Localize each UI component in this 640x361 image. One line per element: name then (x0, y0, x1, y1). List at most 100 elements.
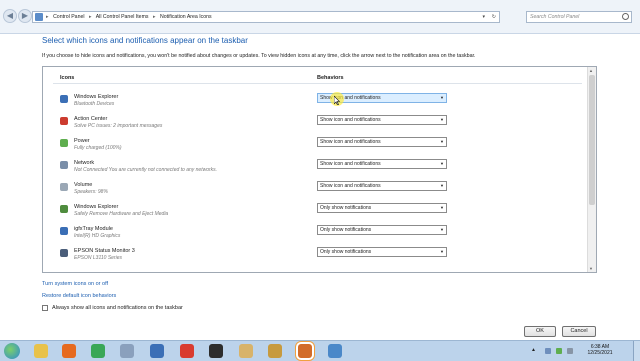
row-name: Windows Explorer (74, 204, 119, 210)
chevron-down-icon: ▼ (440, 95, 444, 100)
settings-app-icon[interactable] (298, 344, 312, 358)
behavior-value: Only show notifications (320, 205, 372, 211)
printer-icon (60, 249, 68, 257)
flag-icon (60, 117, 68, 125)
behavior-select[interactable]: Show icon and notifications ▼ (317, 115, 447, 125)
tools-icon[interactable] (120, 344, 134, 358)
scrollbar-thumb[interactable] (589, 75, 595, 205)
column-header-icons: Icons (60, 75, 75, 81)
column-header-behaviors: Behaviors (317, 75, 344, 81)
chevron-down-icon: ▼ (440, 249, 444, 254)
behavior-value: Show icon and notifications (320, 139, 381, 145)
always-show-label: Always show all icons and notifications … (52, 305, 183, 311)
search-input[interactable]: Search Control Panel (526, 11, 632, 23)
row-name: EPSON Status Monitor 3 (74, 248, 135, 254)
calendar-app-icon[interactable] (180, 344, 194, 358)
chevron-down-icon: ▼ (440, 205, 444, 210)
clock-date: 12/25/2021 (587, 350, 613, 356)
battery-icon (60, 139, 68, 147)
back-button[interactable]: ◀ (3, 9, 17, 23)
row-subtitle: Solve PC issues: 2 important messages (74, 123, 163, 129)
icons-table: Icons Behaviors Windows Explorer Bluetoot… (42, 66, 597, 273)
breadcrumb-all-items[interactable]: All Control Panel Items (96, 14, 149, 20)
behavior-value: Only show notifications (320, 227, 372, 233)
firefox-icon[interactable] (62, 344, 76, 358)
page-title: Select which icons and notifications app… (42, 36, 248, 45)
behavior-value: Show icon and notifications (320, 161, 381, 167)
network-tray-icon[interactable] (545, 348, 551, 354)
chevron-down-icon: ▼ (440, 139, 444, 144)
control-panel-icon (35, 13, 43, 21)
chevron-down-icon: ▼ (440, 117, 444, 122)
row-name: Windows Explorer (74, 94, 119, 100)
row-subtitle: Intel(R) HD Graphics (74, 233, 121, 239)
display-app-icon[interactable] (328, 344, 342, 358)
taskbar: ▲ 6:38 AM 12/25/2021 (0, 340, 640, 361)
mouse-cursor-icon (334, 96, 340, 105)
behavior-value: Show icon and notifications (320, 117, 381, 123)
restore-defaults-link[interactable]: Restore default icon behaviors (42, 293, 116, 299)
breadcrumb-notification-area-icons[interactable]: Notification Area Icons (160, 14, 212, 20)
behavior-select[interactable]: Show icon and notifications ▼ (317, 159, 447, 169)
ok-button[interactable]: OK (524, 326, 556, 337)
speaker-icon (60, 183, 68, 191)
table-row: Volume Speakers: 98% Show icon and notific… (60, 181, 580, 202)
show-hidden-icons-icon[interactable]: ▲ (531, 347, 536, 353)
row-name: Power (74, 138, 90, 144)
table-row: Windows Explorer Safely Remove Hardware a… (60, 203, 580, 224)
cancel-button[interactable]: Cancel (562, 326, 596, 337)
volume-tray-icon[interactable] (567, 348, 573, 354)
battery-tray-icon[interactable] (556, 348, 562, 354)
media-player-icon[interactable] (209, 344, 223, 358)
forward-button[interactable]: ▶ (18, 9, 32, 23)
start-button[interactable] (4, 343, 20, 359)
address-bar: ◀ ▶ ▸ Control Panel ▸ All Control Panel … (0, 0, 640, 34)
row-subtitle: EPSON L3110 Series (74, 255, 122, 261)
show-desktop-button[interactable] (633, 341, 640, 361)
chevron-down-icon: ▼ (440, 183, 444, 188)
table-row: igfxTray Module Intel(R) HD Graphics Only … (60, 225, 580, 246)
scroll-up-icon[interactable]: ▲ (589, 68, 593, 73)
row-subtitle: Safely Remove Hardware and Eject Media (74, 211, 169, 217)
address-dropdown-icon[interactable]: ▾ (482, 14, 485, 20)
behavior-select[interactable]: Show icon and notifications ▼ (317, 137, 447, 147)
table-row: Power Fully charged (100%) Show icon and n… (60, 137, 580, 158)
folder-icon[interactable] (34, 344, 48, 358)
behavior-select[interactable]: Only show notifications ▼ (317, 203, 447, 213)
security-icon[interactable] (150, 344, 164, 358)
scroll-down-icon[interactable]: ▼ (589, 266, 593, 271)
breadcrumb-control-panel[interactable]: Control Panel (53, 14, 84, 20)
page-description: If you choose to hide icons and notifica… (42, 53, 476, 59)
breadcrumb[interactable]: ▸ Control Panel ▸ All Control Panel Item… (32, 11, 500, 23)
files-icon[interactable] (268, 344, 282, 358)
bluetooth-icon (60, 95, 68, 103)
row-subtitle: Not Connected You are currently not conn… (74, 167, 218, 173)
table-scrollbar[interactable]: ▲ ▼ (587, 67, 596, 272)
row-name: Volume (74, 182, 93, 188)
behavior-value: Only show notifications (320, 249, 372, 255)
usb-icon (60, 205, 68, 213)
chevron-down-icon: ▼ (440, 161, 444, 166)
behavior-select[interactable]: Only show notifications ▼ (317, 247, 447, 257)
row-subtitle: Speakers: 98% (74, 189, 108, 195)
row-name: igfxTray Module (74, 226, 113, 232)
table-row: Action Center Solve PC issues: 2 importan… (60, 115, 580, 136)
row-name: Network (74, 160, 95, 166)
monitor-icon (60, 227, 68, 235)
refresh-icon[interactable]: ↻ (492, 14, 496, 20)
network-icon (60, 161, 68, 169)
behavior-select[interactable]: Show icon and notifications ▼ (317, 181, 447, 191)
table-row: Windows Explorer Bluetooth Devices Show ic… (60, 93, 580, 114)
clock[interactable]: 6:38 AM 12/25/2021 (582, 344, 618, 356)
gallery-icon[interactable] (239, 344, 253, 358)
table-row: Network Not Connected You are currently n… (60, 159, 580, 180)
chrome-icon[interactable] (91, 344, 105, 358)
chevron-down-icon: ▼ (440, 227, 444, 232)
behavior-select[interactable]: Only show notifications ▼ (317, 225, 447, 235)
row-name: Action Center (74, 116, 108, 122)
behavior-value: Show icon and notifications (320, 183, 381, 189)
turn-system-icons-link[interactable]: Turn system icons on or off (42, 281, 108, 287)
table-row: EPSON Status Monitor 3 EPSON L3110 Series… (60, 247, 580, 268)
row-subtitle: Fully charged (100%) (74, 145, 122, 151)
always-show-checkbox[interactable] (42, 305, 48, 311)
